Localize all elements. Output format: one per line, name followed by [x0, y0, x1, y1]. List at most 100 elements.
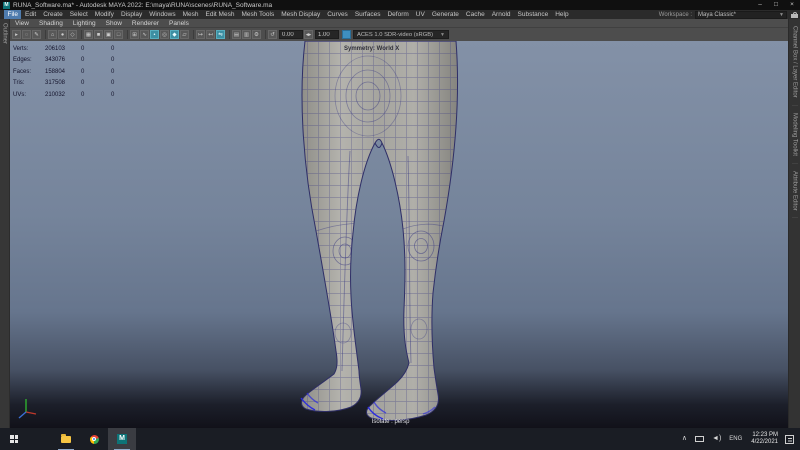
tab-attribute-editor[interactable]: Attribute Editor — [792, 164, 798, 219]
hud-row-tris: Tris:31750800 — [13, 78, 141, 90]
panel-menu: View Shading Lighting Show Renderer Pane… — [10, 19, 788, 28]
panel-menu-shading[interactable]: Shading — [34, 19, 68, 28]
ipr-render-icon[interactable]: ▥ — [242, 30, 251, 39]
hud-row-edges: Edges:34307600 — [13, 55, 141, 67]
snap-view-plane-icon[interactable]: ▱ — [180, 30, 189, 39]
make-live-icon[interactable]: ◆ — [170, 30, 179, 39]
snap-point-icon[interactable]: • — [150, 30, 159, 39]
snap-grid-icon[interactable]: ⊞ — [130, 30, 139, 39]
taskbar-clock[interactable]: 12:23 PM 4/22/2021 — [746, 432, 783, 446]
clock-time: 12:23 PM — [751, 432, 778, 439]
panel-menu-view[interactable]: View — [10, 19, 34, 28]
toolbar-separator — [265, 30, 266, 39]
tab-channel-box[interactable]: Channel Box / Layer Editor — [792, 19, 798, 106]
symmetry-hud: Symmetry: World X — [344, 46, 399, 52]
panel-menu-show[interactable]: Show — [101, 19, 127, 28]
symmetry-icon[interactable]: ⇋ — [216, 30, 225, 39]
workspace-lock-icon[interactable] — [791, 12, 798, 18]
axis-gizmo — [19, 399, 36, 418]
hud-row-verts: Verts:20610300 — [13, 43, 141, 55]
maya-icon: M — [117, 434, 127, 444]
poly-count-hud: Verts:20610300 Edges:34307600 Faces:1588… — [13, 43, 141, 101]
window-title: RUNA_Software.ma* - Autodesk MAYA 2022: … — [13, 2, 272, 9]
menu-cache[interactable]: Cache — [462, 10, 488, 19]
select-component-icon[interactable]: ◇ — [68, 30, 77, 39]
menu-generate[interactable]: Generate — [428, 10, 462, 19]
clock-date: 4/22/2021 — [751, 439, 778, 446]
render-icon[interactable]: ▤ — [232, 30, 241, 39]
snap-projected-center-icon[interactable]: ◎ — [160, 30, 169, 39]
lighting-display-icon[interactable]: □ — [114, 30, 123, 39]
chrome-icon — [90, 435, 99, 444]
panel-menu-renderer[interactable]: Renderer — [127, 19, 164, 28]
panel-menu-panels[interactable]: Panels — [164, 19, 194, 28]
toolbar-separator — [127, 30, 128, 39]
maya-app-icon: M — [3, 2, 10, 9]
color-management-icon[interactable] — [342, 30, 351, 39]
toolbar-separator — [81, 30, 82, 39]
select-hierarchy-icon[interactable]: ⌂ — [48, 30, 57, 39]
title-bar: M RUNA_Software.ma* - Autodesk MAYA 2022… — [0, 0, 800, 10]
menu-help[interactable]: Help — [552, 10, 572, 19]
menu-surfaces[interactable]: Surfaces — [351, 10, 384, 19]
toolbar-separator — [229, 30, 230, 39]
windows-logo-icon — [10, 435, 18, 443]
action-center-icon[interactable] — [785, 435, 794, 444]
textured-display-icon[interactable]: ▣ — [104, 30, 113, 39]
soft-select-field[interactable] — [279, 30, 303, 39]
menu-substance[interactable]: Substance — [514, 10, 552, 19]
workspace-dropdown[interactable]: Maya Classic* ▼ — [695, 11, 787, 19]
hidden-icons-chevron[interactable]: ∧ — [678, 428, 691, 450]
input-connections-icon[interactable]: ↦ — [196, 30, 205, 39]
panel-toolbar: ▸ ◌ ✎ ⌂ ● ◇ ▦ ■ ▣ □ ⊞ ∿ • ◎ ◆ ▱ ↦ ↤ ⇋ ▤ … — [10, 28, 788, 41]
chevron-down-icon: ▼ — [440, 31, 445, 39]
file-explorer-button[interactable] — [52, 428, 80, 450]
network-icon[interactable] — [695, 436, 704, 442]
construction-history-icon[interactable]: ↺ — [268, 30, 277, 39]
isolate-hud: Isolate : persp — [372, 419, 410, 425]
paint-select-icon[interactable]: ✎ — [32, 30, 41, 39]
folder-icon — [61, 436, 71, 443]
start-button[interactable] — [0, 428, 28, 450]
minimize-button[interactable]: – — [752, 0, 768, 10]
chevron-down-icon: ▼ — [779, 12, 784, 18]
toolbar-separator — [193, 30, 194, 39]
close-button[interactable]: × — [784, 0, 800, 10]
select-object-icon[interactable]: ● — [58, 30, 67, 39]
toolbar-separator — [45, 30, 46, 39]
chrome-button[interactable] — [80, 428, 108, 450]
panel-menu-lighting[interactable]: Lighting — [68, 19, 101, 28]
colorspace-dropdown[interactable]: ACES 1.0 SDR-video (sRGB) ▼ — [353, 30, 449, 39]
output-connections-icon[interactable]: ↤ — [206, 30, 215, 39]
shaded-display-icon[interactable]: ■ — [94, 30, 103, 39]
speaker-icon[interactable]: ◄) — [708, 428, 725, 450]
slider-handle-icon[interactable]: ◂▸ — [304, 30, 313, 39]
menu-deform[interactable]: Deform — [384, 10, 412, 19]
maximize-button[interactable]: □ — [768, 0, 784, 10]
maya-window: M RUNA_Software.ma* - Autodesk MAYA 2022… — [0, 0, 800, 450]
snap-curve-icon[interactable]: ∿ — [140, 30, 149, 39]
menu-mesh-display[interactable]: Mesh Display — [278, 10, 324, 19]
menu-mesh-tools[interactable]: Mesh Tools — [238, 10, 278, 19]
language-indicator[interactable]: ENG — [725, 428, 746, 450]
select-tool-icon[interactable]: ▸ — [12, 30, 21, 39]
hud-row-uvs: UVs:21003200 — [13, 89, 141, 101]
windows-taskbar: M ∧ ◄) ENG 12:23 PM 4/22/2021 — [0, 428, 800, 450]
menu-uv[interactable]: UV — [412, 10, 428, 19]
workspace-label: Workspace : — [659, 12, 692, 18]
system-tray: ∧ ◄) ENG 12:23 PM 4/22/2021 — [678, 428, 800, 450]
falloff-field[interactable] — [315, 30, 339, 39]
menu-arnold[interactable]: Arnold — [488, 10, 514, 19]
menu-curves[interactable]: Curves — [324, 10, 352, 19]
render-settings-icon[interactable]: ⚙ — [252, 30, 261, 39]
menu-edit-mesh[interactable]: Edit Mesh — [202, 10, 238, 19]
outliner-tab-label[interactable]: Outliner — [2, 23, 8, 44]
wireframe-display-icon[interactable]: ▦ — [84, 30, 93, 39]
maya-taskbar-button[interactable]: M — [108, 428, 136, 450]
right-sidebar: Channel Box / Layer Editor Modeling Tool… — [788, 19, 800, 428]
outliner-collapsed-panel[interactable]: Outliner — [0, 19, 10, 428]
lasso-select-icon[interactable]: ◌ — [22, 30, 31, 39]
crotch-seam — [375, 143, 382, 148]
perspective-viewport[interactable]: Verts:20610300 Edges:34307600 Faces:1588… — [10, 41, 788, 428]
tab-modeling-toolkit[interactable]: Modeling Toolkit — [792, 106, 798, 164]
